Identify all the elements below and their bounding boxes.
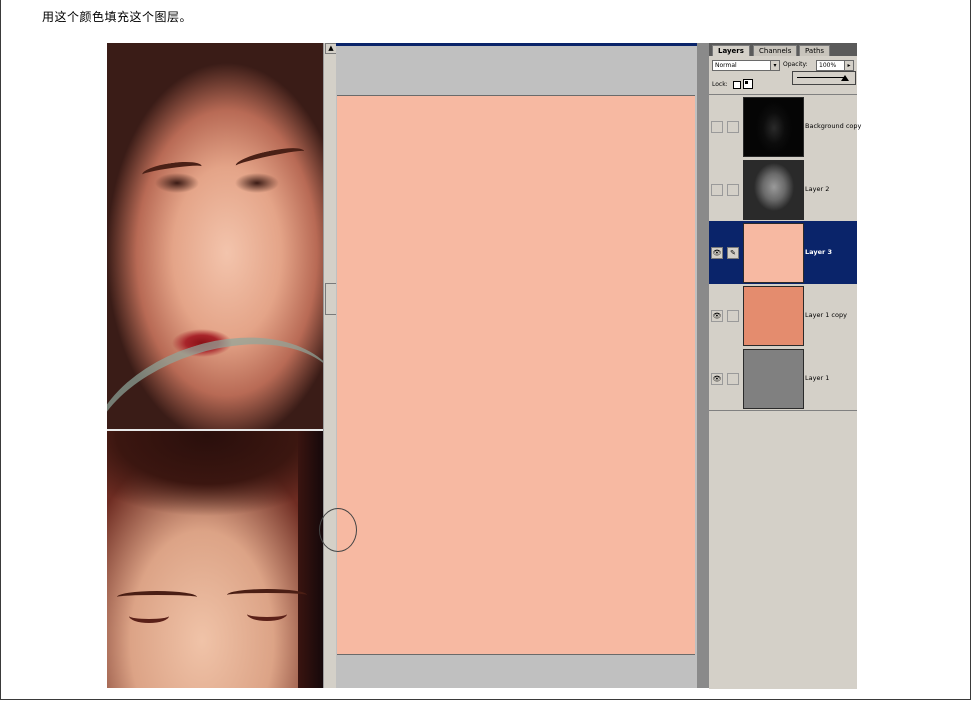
layer-name: Layer 2	[805, 185, 830, 193]
layer-thumbnail	[743, 97, 804, 157]
opacity-arrow-icon[interactable]: ▸	[844, 60, 854, 71]
layer-row-layer-3[interactable]: 👁 ✎ Layer 3	[709, 221, 857, 285]
eyebrow-left-bottom	[117, 591, 197, 603]
layer-row-layer-1[interactable]: 👁 Layer 1	[709, 347, 857, 411]
opacity-slider-knob[interactable]	[841, 75, 849, 81]
eye-icon[interactable]: 👁	[711, 373, 723, 385]
link-toggle[interactable]	[727, 373, 739, 385]
layer-thumbnail	[743, 160, 804, 220]
opacity-label: Opacity:	[783, 61, 808, 68]
chevron-down-icon[interactable]: ▾	[770, 61, 779, 70]
blend-mode-value: Normal	[715, 62, 737, 69]
layer-thumbnail	[743, 286, 804, 346]
portrait-photo-top	[107, 43, 324, 548]
layer-row-background-copy[interactable]: Background copy	[709, 95, 861, 159]
layers-palette: Layers Channels Paths Normal ▾ Opacity: …	[709, 43, 861, 689]
opacity-slider-popup[interactable]	[792, 71, 856, 85]
link-toggle[interactable]	[727, 121, 739, 133]
instruction-caption: 用这个颜色填充这个图层。	[42, 10, 193, 24]
eye-left	[129, 609, 169, 623]
palette-tabs: Layers Channels Paths	[709, 43, 857, 56]
photo-scrollbar[interactable]: ▲	[323, 43, 337, 688]
layer-name: Layer 3	[805, 248, 832, 256]
hair-shadow	[298, 431, 324, 688]
link-toggle[interactable]	[727, 310, 739, 322]
visibility-toggle[interactable]	[711, 184, 723, 196]
eyebrow-left	[141, 158, 203, 183]
tab-layers[interactable]: Layers	[712, 45, 750, 56]
reference-photo-panel	[107, 43, 324, 688]
canvas-scrollbar-gutter	[697, 43, 709, 688]
layer-thumbnail	[743, 223, 804, 283]
layer-row-layer-1-copy[interactable]: 👁 Layer 1 copy	[709, 284, 857, 348]
window-title-bar	[336, 43, 697, 46]
eye-right	[247, 607, 287, 621]
eye-icon[interactable]: 👁	[711, 310, 723, 322]
eyebrow-right-bottom	[227, 589, 307, 601]
eye-icon[interactable]: 👁	[711, 247, 723, 259]
brush-cursor-icon	[319, 508, 357, 552]
tab-paths[interactable]: Paths	[799, 45, 831, 56]
canvas-filled-layer[interactable]	[319, 95, 695, 655]
lock-transparency-checkbox[interactable]	[733, 81, 741, 89]
layer-thumbnail	[743, 349, 804, 409]
layer-row-layer-2[interactable]: Layer 2	[709, 158, 857, 222]
palette-empty-area	[709, 410, 857, 689]
opacity-input[interactable]: 100%	[816, 60, 846, 71]
blend-mode-select[interactable]: Normal ▾	[712, 60, 780, 71]
tab-channels[interactable]: Channels	[753, 45, 798, 56]
layer-name: Background copy	[805, 122, 862, 130]
portrait-photo-bottom	[107, 431, 324, 688]
layer-name: Layer 1	[805, 374, 830, 382]
layer-name: Layer 1 copy	[805, 311, 847, 319]
document-canvas-area[interactable]	[319, 43, 697, 688]
layers-list: Background copy Layer 2 👁 ✎ Layer 3 👁 La…	[709, 94, 861, 411]
lock-label: Lock:	[712, 81, 728, 88]
opacity-slider-track[interactable]	[797, 77, 845, 78]
eyebrow-right	[234, 143, 306, 174]
link-toggle[interactable]	[727, 184, 739, 196]
lock-pixels-checkbox[interactable]	[743, 79, 753, 89]
brush-icon[interactable]: ✎	[727, 247, 739, 259]
visibility-toggle[interactable]	[711, 121, 723, 133]
